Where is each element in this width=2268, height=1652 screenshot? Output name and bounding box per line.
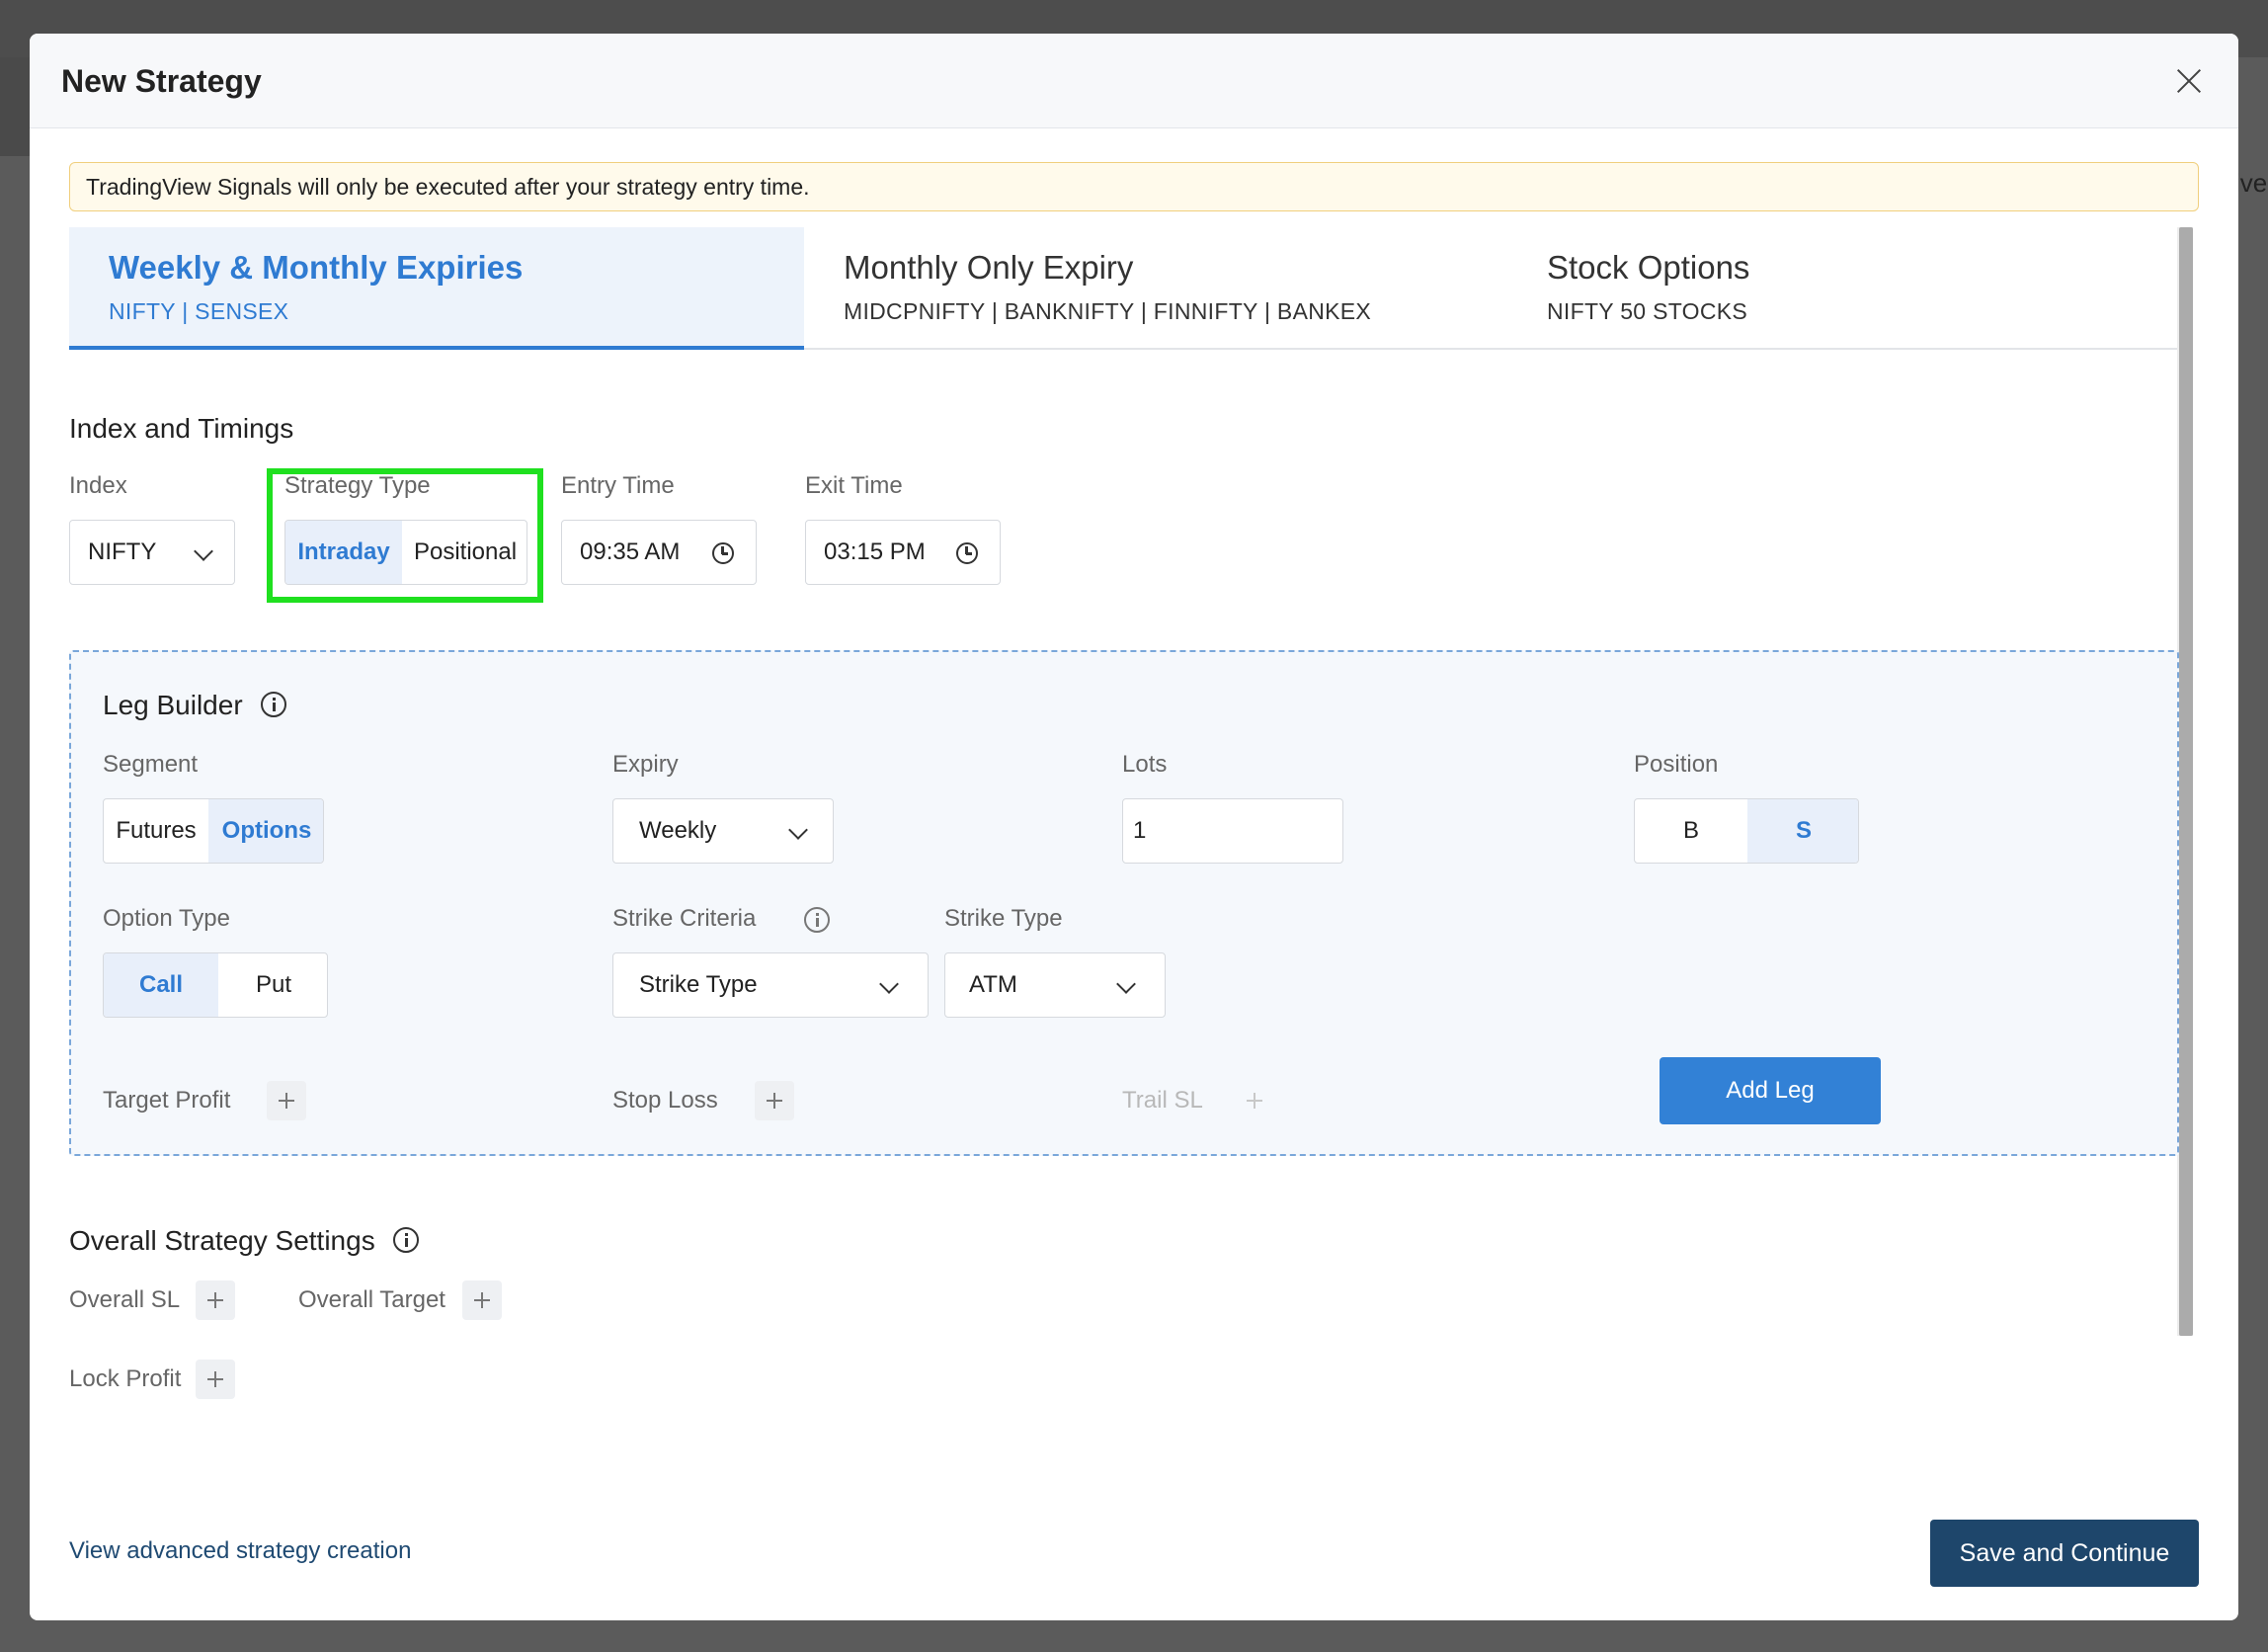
strike-criteria-value: Strike Type	[639, 971, 758, 998]
lots-input[interactable]: 1	[1122, 798, 1343, 864]
overall-sl-label: Overall SL	[69, 1286, 181, 1313]
expiry-label: Expiry	[612, 751, 679, 778]
chevron-down-icon	[788, 820, 808, 840]
advanced-strategy-link[interactable]: View advanced strategy creation	[69, 1537, 411, 1565]
entry-time-value: 09:35 AM	[580, 538, 681, 565]
position-buy[interactable]: B	[1635, 799, 1747, 863]
position-toggle: B S	[1634, 798, 1859, 864]
modal-header: New Strategy	[30, 34, 2238, 128]
expiry-value: Weekly	[639, 817, 717, 844]
add-overall-target-button[interactable]	[462, 1280, 502, 1320]
close-icon[interactable]	[2169, 61, 2209, 101]
exit-time-value: 03:15 PM	[824, 538, 926, 565]
add-lock-profit-button[interactable]	[196, 1360, 235, 1399]
leg-builder-panel: Leg Builder Segment Futures Options Expi…	[69, 650, 2179, 1156]
lots-label: Lots	[1122, 751, 1168, 778]
chevron-down-icon	[879, 974, 899, 994]
segment-futures[interactable]: Futures	[104, 799, 208, 863]
add-target-profit-button[interactable]	[267, 1081, 306, 1120]
background-text: ive	[2234, 168, 2268, 198]
target-profit-label: Target Profit	[103, 1087, 231, 1114]
tab-subtitle: NIFTY | SENSEX	[109, 298, 289, 324]
info-icon[interactable]	[261, 692, 286, 717]
segment-toggle: Futures Options	[103, 798, 324, 864]
tab-subtitle: NIFTY 50 STOCKS	[1547, 298, 1748, 324]
strike-type-select[interactable]: ATM	[944, 952, 1166, 1018]
strike-criteria-label: Strike Criteria	[612, 905, 757, 932]
signal-notice-banner: TradingView Signals will only be execute…	[69, 162, 2199, 211]
info-icon[interactable]	[804, 907, 830, 933]
option-type-label: Option Type	[103, 905, 230, 932]
stop-loss-label: Stop Loss	[612, 1087, 718, 1114]
tab-title: Weekly & Monthly Expiries	[109, 249, 524, 286]
chevron-down-icon	[194, 541, 213, 561]
exit-time-input[interactable]: 03:15 PM	[805, 520, 1001, 585]
entry-time-label: Entry Time	[561, 472, 675, 499]
position-label: Position	[1634, 751, 1719, 778]
save-continue-button[interactable]: Save and Continue	[1930, 1520, 2199, 1587]
background-app-sidebar	[0, 57, 30, 156]
tab-monthly-only[interactable]: Monthly Only Expiry MIDCPNIFTY | BANKNIF…	[804, 227, 1507, 350]
tab-stock-options[interactable]: Stock Options NIFTY 50 STOCKS	[1507, 227, 2177, 350]
highlight-box	[267, 468, 543, 603]
new-strategy-modal: New Strategy TradingView Signals will on…	[30, 34, 2238, 1620]
tab-weekly-monthly[interactable]: Weekly & Monthly Expiries NIFTY | SENSEX	[69, 227, 804, 350]
overall-target-label: Overall Target	[298, 1286, 446, 1313]
add-stop-loss-button[interactable]	[755, 1081, 794, 1120]
add-leg-button[interactable]: Add Leg	[1660, 1057, 1881, 1124]
strike-type-value: ATM	[969, 971, 1017, 998]
exit-time-label: Exit Time	[805, 472, 903, 499]
expiry-tabs: Weekly & Monthly Expiries NIFTY | SENSEX…	[69, 227, 2177, 350]
tab-subtitle: MIDCPNIFTY | BANKNIFTY | FINNIFTY | BANK…	[844, 298, 1372, 324]
add-overall-sl-button[interactable]	[196, 1280, 235, 1320]
index-select[interactable]: NIFTY	[69, 520, 235, 585]
overall-settings-title: Overall Strategy Settings	[69, 1225, 375, 1256]
strike-type-label: Strike Type	[944, 905, 1063, 932]
modal-title: New Strategy	[61, 63, 262, 99]
index-value: NIFTY	[88, 538, 157, 565]
expiry-select[interactable]: Weekly	[612, 798, 834, 864]
clock-icon[interactable]	[956, 542, 978, 564]
option-type-call[interactable]: Call	[104, 953, 218, 1017]
lock-profit-label: Lock Profit	[69, 1365, 182, 1392]
info-icon[interactable]	[393, 1227, 419, 1253]
entry-time-input[interactable]: 09:35 AM	[561, 520, 757, 585]
lots-value: 1	[1133, 817, 1147, 844]
scrollbar-thumb[interactable]	[2179, 227, 2193, 1336]
chevron-down-icon	[1116, 974, 1136, 994]
position-sell[interactable]: S	[1747, 799, 1858, 863]
clock-icon[interactable]	[712, 542, 734, 564]
add-trail-sl-button[interactable]	[1235, 1081, 1274, 1120]
tab-title: Monthly Only Expiry	[844, 249, 1134, 286]
index-label: Index	[69, 472, 127, 499]
option-type-toggle: Call Put	[103, 952, 328, 1018]
segment-options[interactable]: Options	[208, 799, 323, 863]
tab-title: Stock Options	[1547, 249, 1750, 286]
index-timings-title: Index and Timings	[69, 413, 294, 444]
strike-criteria-select[interactable]: Strike Type	[612, 952, 929, 1018]
option-type-put[interactable]: Put	[218, 953, 327, 1017]
segment-label: Segment	[103, 751, 199, 778]
trail-sl-label: Trail SL	[1122, 1087, 1203, 1114]
leg-builder-title: Leg Builder	[103, 690, 243, 720]
